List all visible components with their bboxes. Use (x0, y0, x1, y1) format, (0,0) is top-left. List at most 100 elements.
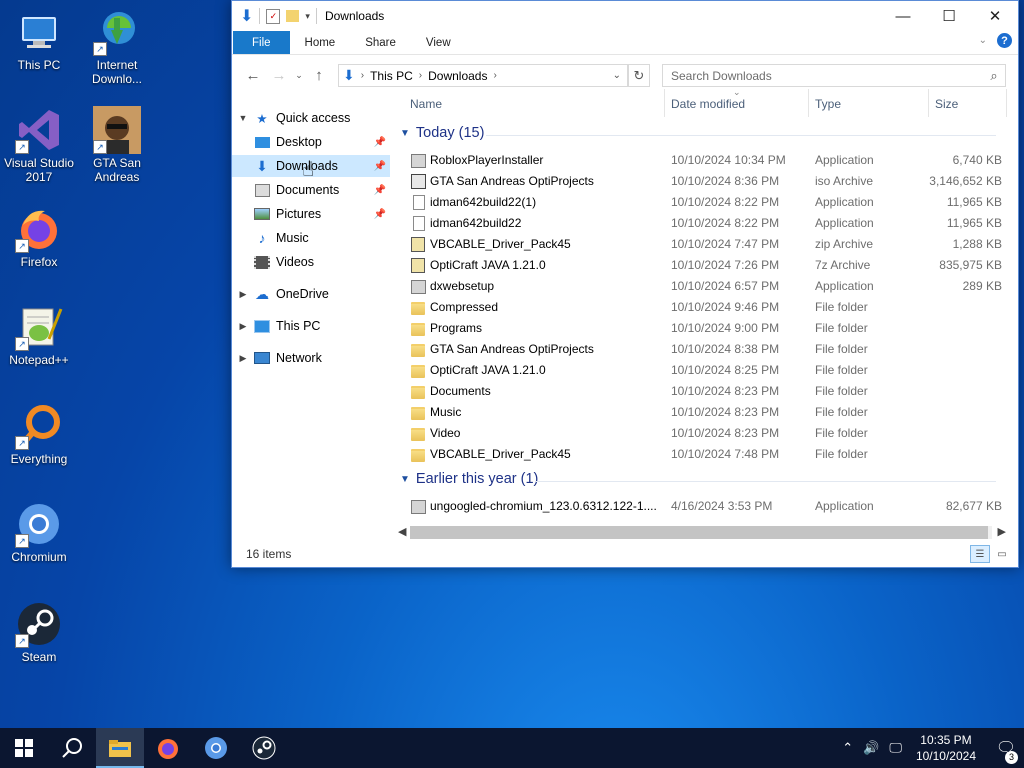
address-dropdown-icon[interactable]: ⌄ (613, 70, 621, 81)
desktop-icon-gta-san-andreas[interactable]: ↗ GTA San Andreas (78, 106, 156, 184)
chevron-right-icon[interactable]: › (419, 70, 422, 81)
pin-icon[interactable]: 📌 (374, 137, 386, 148)
help-icon[interactable]: ? (997, 33, 1012, 48)
desktop-icon-internet-download-manager[interactable]: ↗ Internet Downlo... (78, 8, 156, 86)
close-button[interactable]: ✕ (972, 1, 1018, 31)
desktop-icon-chromium[interactable]: ↗ Chromium (0, 500, 78, 564)
volume-icon[interactable]: 🔊 (863, 740, 879, 756)
nav-documents[interactable]: Documents 📌 (232, 179, 390, 201)
file-explorer-window: ⬇ ✓ ▾ Downloads — ☐ ✕ File Home Share Vi… (231, 0, 1019, 568)
group-header[interactable]: ▼ Earlier this year (1) (400, 471, 1000, 487)
chevron-down-icon[interactable]: ▼ (232, 113, 254, 123)
file-type: Application (815, 153, 874, 167)
roblox-installer-icon (411, 154, 426, 168)
new-folder-icon[interactable] (286, 10, 300, 22)
back-button[interactable]: ← (240, 67, 266, 84)
pin-icon[interactable]: 📌 (374, 209, 386, 220)
file-row[interactable]: dxwebsetup 10/10/2024 6:57 PM Application 2… (396, 276, 1008, 297)
file-row[interactable]: idman642build22(1) 10/10/2024 8:22 PM Appl… (396, 192, 1008, 213)
taskbar-file-explorer[interactable] (96, 728, 144, 768)
column-header-type[interactable]: Type (815, 97, 841, 111)
taskbar-steam[interactable] (240, 728, 288, 768)
minimize-button[interactable]: — (880, 1, 926, 31)
forward-button[interactable]: → (266, 67, 292, 84)
nav-onedrive[interactable]: ▶ ☁ OneDrive (232, 283, 390, 305)
chevron-right-icon[interactable]: ▶ (232, 321, 254, 332)
chevron-right-icon[interactable]: ▶ (232, 289, 254, 300)
file-row[interactable]: OptiCraft JAVA 1.21.0 10/10/2024 8:25 PM F… (396, 360, 1008, 381)
action-center-button[interactable]: 🗨 3 (988, 738, 1024, 764)
nav-desktop[interactable]: Desktop 📌 (232, 131, 390, 153)
desktop-icon-steam[interactable]: ↗ Steam (0, 600, 78, 664)
customize-toolbar-icon[interactable]: ▾ (305, 11, 310, 22)
chevron-right-icon[interactable]: › (361, 70, 364, 81)
nav-videos[interactable]: Videos (232, 251, 390, 273)
desktop-icon-this-pc[interactable]: This PC (0, 8, 78, 72)
chevron-up-icon[interactable]: ⌃ (842, 740, 853, 756)
file-row[interactable]: GTA San Andreas OptiProjects 10/10/2024 8… (396, 171, 1008, 192)
chevron-down-icon[interactable]: ▼ (400, 128, 410, 139)
group-header[interactable]: ▼ Today (15) (400, 125, 1000, 141)
nav-this-pc[interactable]: ▶ This PC (232, 315, 390, 337)
file-row[interactable]: Programs 10/10/2024 9:00 PM File folder (396, 318, 1008, 339)
tab-file[interactable]: File (233, 31, 290, 54)
nav-network[interactable]: ▶ Network (232, 347, 390, 369)
recent-locations-button[interactable]: ⌄ (292, 70, 306, 81)
file-row[interactable]: Compressed 10/10/2024 9:46 PM File folder (396, 297, 1008, 318)
tab-home[interactable]: Home (290, 31, 351, 54)
chevron-right-icon[interactable]: ▶ (232, 353, 254, 364)
search-input[interactable] (663, 67, 983, 84)
chevron-down-icon[interactable]: ▼ (400, 474, 410, 485)
breadcrumb-downloads[interactable]: Downloads (428, 69, 487, 83)
large-icons-view-icon[interactable]: ▭ (992, 545, 1012, 563)
file-row[interactable]: VBCABLE_Driver_Pack45 10/10/2024 7:47 PM z… (396, 234, 1008, 255)
file-row[interactable]: Music 10/10/2024 8:23 PM File folder (396, 402, 1008, 423)
scroll-left-icon[interactable]: ◀ (398, 525, 406, 538)
iso-archive-icon (411, 174, 426, 189)
maximize-button[interactable]: ☐ (926, 1, 972, 31)
taskbar-chromium[interactable] (192, 728, 240, 768)
up-button[interactable]: ↑ (306, 67, 332, 84)
column-header-size[interactable]: Size (935, 97, 958, 111)
properties-icon[interactable]: ✓ (266, 8, 281, 24)
expand-ribbon-icon[interactable]: ⌄ (979, 35, 987, 46)
tab-view[interactable]: View (411, 31, 466, 54)
pin-icon[interactable]: 📌 (374, 185, 386, 196)
file-row[interactable]: ungoogled-chromium_123.0.6312.122-1.... 4… (396, 496, 1008, 517)
start-button[interactable] (0, 728, 48, 768)
taskbar-firefox[interactable] (144, 728, 192, 768)
tab-share[interactable]: Share (350, 31, 411, 54)
desktop-icon-notepad-plus-plus[interactable]: ↗ Notepad++ (0, 303, 78, 367)
scroll-right-icon[interactable]: ▶ (998, 525, 1006, 538)
file-row[interactable]: GTA San Andreas OptiProjects 10/10/2024 8… (396, 339, 1008, 360)
search-button[interactable] (48, 728, 96, 768)
nav-music[interactable]: ♪ Music (232, 227, 390, 249)
clock[interactable]: 10:35 PM 10/10/2024 (916, 732, 976, 764)
gta-san-andreas-icon: ↗ (93, 106, 141, 154)
column-header-name[interactable]: Name (410, 97, 442, 111)
file-row[interactable]: idman642build22 10/10/2024 8:22 PM Applica… (396, 213, 1008, 234)
file-row[interactable]: Video 10/10/2024 8:23 PM File folder (396, 423, 1008, 444)
column-header-date-modified[interactable]: Date modified (671, 97, 745, 111)
pin-icon[interactable]: 📌 (374, 161, 386, 172)
refresh-button[interactable]: ↻ (628, 64, 650, 87)
desktop-icon-everything[interactable]: ↗ Everything (0, 402, 78, 466)
horizontal-scrollbar[interactable]: ◀ ▶ (396, 524, 1008, 541)
scrollbar-thumb[interactable] (410, 526, 988, 539)
file-date-modified: 10/10/2024 7:47 PM (671, 237, 780, 251)
network-status-icon[interactable]: 🖵 (889, 740, 902, 756)
file-row[interactable]: RobloxPlayerInstaller 10/10/2024 10:34 PM… (396, 150, 1008, 171)
chevron-right-icon[interactable]: › (493, 70, 496, 81)
address-bar[interactable]: ⬇ › This PC › Downloads › ⌄ (338, 64, 628, 87)
file-row[interactable]: Documents 10/10/2024 8:23 PM File folder (396, 381, 1008, 402)
nav-quick-access[interactable]: ▼ ★ Quick access (232, 107, 390, 129)
file-name: idman642build22(1) (430, 195, 537, 209)
file-type: Application (815, 216, 874, 230)
details-view-icon[interactable]: ☰ (970, 545, 990, 563)
nav-pictures[interactable]: Pictures 📌 (232, 203, 390, 225)
file-row[interactable]: OptiCraft JAVA 1.21.0 10/10/2024 7:26 PM 7… (396, 255, 1008, 276)
file-row[interactable]: VBCABLE_Driver_Pack45 10/10/2024 7:48 PM F… (396, 444, 1008, 465)
desktop-icon-firefox[interactable]: ↗ Firefox (0, 205, 78, 269)
breadcrumb-this-pc[interactable]: This PC (370, 69, 413, 83)
desktop-icon-visual-studio[interactable]: ↗ Visual Studio 2017 (0, 106, 78, 184)
